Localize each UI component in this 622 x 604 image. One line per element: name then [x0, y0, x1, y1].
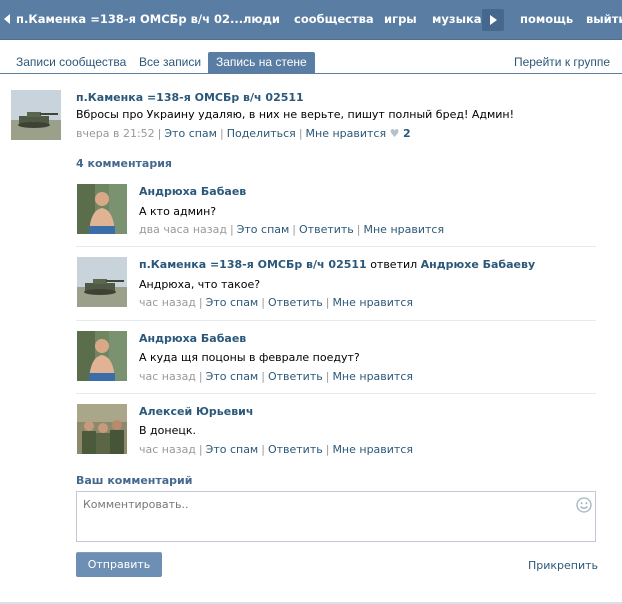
comment-spam-link[interactable]: Это спам [206, 443, 259, 456]
post-spam-link[interactable]: Это спам [164, 127, 217, 140]
comment-reply-link[interactable]: Ответить [268, 296, 323, 309]
post-time[interactable]: вчера в 21:52 [76, 127, 155, 140]
comment-author-link[interactable]: п.Каменка =138-я ОМСБр в/ч 02511 [139, 258, 367, 271]
person-photo-icon [77, 184, 127, 234]
comment-divider [76, 393, 596, 394]
comment-author-link[interactable]: Андрюха Бабаев [139, 185, 246, 198]
nav-logout[interactable]: выйти [586, 0, 622, 40]
tab-all-posts[interactable]: Все записи [139, 52, 201, 74]
comment-spam-link[interactable]: Это спам [206, 296, 259, 309]
comment-text: А куда щя поцоны в феврале поедут? [139, 351, 360, 364]
heart-icon[interactable]: ♥ [390, 127, 400, 140]
nav-music[interactable]: музыка [432, 0, 482, 40]
comment-meta: два часа назад | Это спам | Ответить | Мне нра… [139, 223, 445, 236]
nav-games[interactable]: игры [384, 0, 417, 40]
play-arrow-icon [490, 15, 497, 25]
tank-photo-icon [11, 90, 61, 140]
comment-meta: час назад | Это спам | Ответить | Мне нравится [139, 443, 414, 456]
tank-photo-icon [77, 257, 127, 307]
nav-people[interactable]: люди [243, 0, 280, 40]
nav-communities[interactable]: сообщества [294, 0, 374, 40]
your-comment-label: Ваш комментарий [76, 474, 193, 487]
comment-text: А кто админ? [139, 205, 217, 218]
comment-text: Андрюха, что такое? [139, 278, 261, 291]
attach-link[interactable]: Прикрепить [528, 559, 598, 572]
comment-divider [76, 320, 596, 321]
comment-reply-link[interactable]: Ответить [268, 370, 323, 383]
comment-spam-link[interactable]: Это спам [237, 223, 290, 236]
post-author-link[interactable]: п.Каменка =138-я ОМСБр в/ч 02511 [76, 91, 304, 104]
wall-tabs: Записи сообщества Все записи Запись на с… [0, 52, 622, 74]
community-title: п.Каменка =138-я ОМСБр в/ч 02... [16, 12, 244, 26]
comment-reply-link[interactable]: Ответить [299, 223, 354, 236]
comment-like-link[interactable]: Мне нравится [364, 223, 445, 236]
commenter-avatar[interactable] [77, 257, 127, 307]
comment-author-link[interactable]: Андрюха Бабаев [139, 332, 246, 345]
comment-reply-link[interactable]: Ответить [268, 443, 323, 456]
comment-input[interactable]: Комментировать.. [76, 491, 596, 542]
comment-placeholder: Комментировать.. [83, 498, 189, 511]
smiley-icon[interactable] [576, 497, 592, 513]
post-text: Вбросы про Украину удаляю, в них не верь… [76, 108, 515, 121]
comment-author-link[interactable]: Алексей Юрьевич [139, 405, 253, 418]
tab-wall-post[interactable]: Запись на стене [208, 52, 315, 74]
comments-count[interactable]: 4 комментария [76, 157, 172, 170]
back-to-community-link[interactable]: п.Каменка =138-я ОМСБр в/ч 02... [4, 0, 243, 40]
tab-community-posts[interactable]: Записи сообщества [16, 52, 126, 74]
comment-time[interactable]: час назад [139, 443, 196, 456]
comment-like-link[interactable]: Мне нравится [332, 443, 413, 456]
reply-to-link[interactable]: Андрюхе Бабаеву [421, 258, 535, 271]
comment-text: В донецк. [139, 424, 196, 437]
comment-spam-link[interactable]: Это спам [206, 370, 259, 383]
go-to-group-link[interactable]: Перейти к группе [514, 52, 610, 74]
comment-meta: час назад | Это спам | Ответить | Мне нравится [139, 370, 414, 383]
nav-help[interactable]: помощь [520, 0, 573, 40]
community-avatar[interactable] [11, 90, 61, 140]
top-header-bar: п.Каменка =138-я ОМСБр в/ч 02... люди со… [0, 0, 622, 40]
comment-meta: час назад | Это спам | Ответить | Мне нравится [139, 296, 414, 309]
comment-time[interactable]: час назад [139, 370, 196, 383]
post-share-link[interactable]: Поделиться [227, 127, 296, 140]
commenter-avatar[interactable] [77, 184, 127, 234]
post-like-link[interactable]: Мне нравится [306, 127, 387, 140]
comment-time[interactable]: час назад [139, 296, 196, 309]
comment-divider [76, 246, 596, 247]
comment-time[interactable]: два часа назад [139, 223, 227, 236]
person-photo-icon [77, 331, 127, 381]
reply-word: ответил [370, 258, 418, 271]
send-button[interactable]: Отправить [76, 552, 162, 577]
commenter-avatar[interactable] [77, 331, 127, 381]
comment-header: п.Каменка =138-я ОМСБр в/ч 02511 ответил… [139, 258, 535, 271]
comment-like-link[interactable]: Мне нравится [332, 296, 413, 309]
commenter-avatar[interactable] [77, 404, 127, 454]
back-arrow-icon [4, 14, 10, 24]
post-like-count[interactable]: 2 [403, 127, 411, 140]
more-menu-button[interactable] [482, 9, 504, 31]
comment-like-link[interactable]: Мне нравится [332, 370, 413, 383]
group-photo-icon [77, 404, 127, 454]
post-meta: вчера в 21:52 | Это спам | Поделиться | Мне нр… [76, 127, 411, 140]
